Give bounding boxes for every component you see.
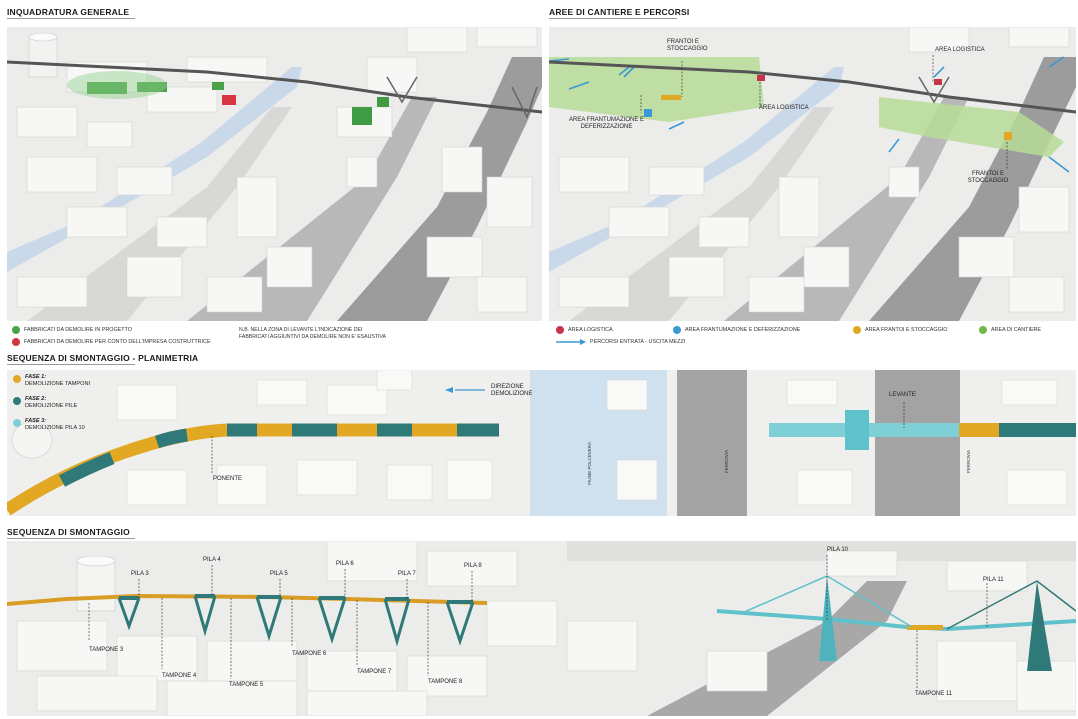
tampone-8-label: TAMPONE 8 xyxy=(428,679,463,685)
levante-label: LEVANTE xyxy=(889,392,916,398)
tampone-4-label: TAMPONE 4 xyxy=(162,673,197,679)
direction-line-2: DEMOLIZIONE xyxy=(491,391,533,397)
pila-5-label: PILA 5 xyxy=(270,571,288,577)
arrow-right-icon xyxy=(556,339,586,345)
tampone-11-label: TAMPONE 11 xyxy=(915,691,953,697)
phase-2-title: FASE 2: xyxy=(25,396,47,402)
plan-panel: FASE 1: DEMOLIZIONE TAMPONI FASE 2: DEMOLI… xyxy=(7,370,1076,516)
light-blue-dot-icon xyxy=(13,419,21,427)
ponente-label: PONENTE xyxy=(213,476,243,482)
phase-1-title: FASE 1: xyxy=(25,374,47,380)
areas-map-panel: FRANTOI E STOCCAGGIO AREA LOGISTICA AREA… xyxy=(549,27,1076,321)
legend-project-buildings: FABBRICATI DA DEMOLIRE IN PROGETTO xyxy=(12,326,132,334)
legend-percorsi-label: PERCORSI ENTRATA - USCITA MEZZI xyxy=(590,339,686,345)
phase-2-legend: FASE 2: DEMOLIZIONE PILE xyxy=(13,396,77,410)
section-title-general: INQUADRATURA GENERALE xyxy=(7,7,136,19)
blue-dot-icon xyxy=(673,326,681,334)
legend-frantumazione: AREA FRANTUMAZIONE E DEFERIZZAZIONE xyxy=(673,326,800,334)
pila-10-label: PILA 10 xyxy=(827,547,849,553)
pila-7-label: PILA 7 xyxy=(398,571,416,577)
legend-contractor-label: FABBRICATI DA DEMOLIRE PER CONTO DELL'IM… xyxy=(24,339,211,345)
legend-cantiere: AREA DI CANTIERE xyxy=(979,326,1041,334)
yellow-dot-icon xyxy=(13,375,21,383)
direction-line-1: DIREZIONE xyxy=(491,384,524,390)
tampone-7-label: TAMPONE 7 xyxy=(357,669,392,675)
yellow-dot-icon xyxy=(853,326,861,334)
section-title-plan: SEQUENZA DI SMONTAGGIO - PLANIMETRIA xyxy=(7,353,199,365)
teal-dot-icon xyxy=(13,397,21,405)
legend-cantiere-label: AREA DI CANTIERE xyxy=(991,327,1042,333)
label-frantoi-2: FRANTOI E STOCCAGGIO xyxy=(967,171,1009,184)
label-frantoi-1: FRANTOI E STOCCAGGIO xyxy=(667,39,708,52)
legend-frantoi: AREA FRANTOI E STOCCAGGIO xyxy=(853,326,947,334)
sequence-panel: PILA 3 PILA 4 PILA 5 PILA 6 PILA 7 PILA … xyxy=(7,541,1076,716)
legend-project-label: FABBRICATI DA DEMOLIRE IN PROGETTO xyxy=(24,327,132,333)
phase-3-title: FASE 3: xyxy=(25,418,47,424)
legend-frantoi-label: AREA FRANTOI E STOCCAGGIO xyxy=(865,327,948,333)
pila-6-label: PILA 6 xyxy=(336,561,354,567)
phase-3-legend: FASE 3: DEMOLIZIONE PILA 10 xyxy=(13,418,85,432)
note-line-2: FABBRICATI AGGIUNTIVI DA DEMOLIRE NON E'… xyxy=(239,334,386,340)
pila-4-label: PILA 4 xyxy=(203,557,221,563)
phase-2-desc: DEMOLIZIONE PILE xyxy=(25,403,78,409)
legend-logistica: AREA LOGISTICA xyxy=(556,326,613,334)
general-map-panel xyxy=(7,27,542,321)
pila-8-label: PILA 8 xyxy=(464,563,482,569)
section-title-areas: AREE DI CANTIERE E PERCORSI xyxy=(549,7,690,19)
red-dot-icon xyxy=(12,338,20,346)
pila-11-label: PILA 11 xyxy=(983,577,1004,583)
tampone-6-label: TAMPONE 6 xyxy=(292,651,327,657)
tampone-3-label: TAMPONE 3 xyxy=(89,647,124,653)
legend-logistica-label: AREA LOGISTICA xyxy=(568,327,613,333)
general-note: N.B. NELLA ZONA DI LEVANTE L'INDICAZIONE… xyxy=(239,327,439,341)
ferrovia-label-1: FERROVIA xyxy=(724,450,729,474)
legend-percorsi: PERCORSI ENTRATA - USCITA MEZZI xyxy=(556,339,685,345)
label-logistica-1: AREA LOGISTICA xyxy=(759,105,809,111)
legend-frantumazione-label: AREA FRANTUMAZIONE E DEFERIZZAZIONE xyxy=(685,327,801,333)
red-dot-icon xyxy=(556,326,564,334)
green-dot-icon xyxy=(12,326,20,334)
green-dot-icon xyxy=(979,326,987,334)
general-map-render xyxy=(7,27,542,321)
phase-1-desc: DEMOLIZIONE TAMPONI xyxy=(25,381,91,387)
phase-3-desc: DEMOLIZIONE PILA 10 xyxy=(25,425,85,431)
pila-3-label: PILA 3 xyxy=(131,571,149,577)
section-title-sequence: SEQUENZA DI SMONTAGGIO xyxy=(7,527,135,539)
note-line-1: N.B. NELLA ZONA DI LEVANTE L'INDICAZIONE… xyxy=(239,327,363,333)
legend-contractor-buildings: FABBRICATI DA DEMOLIRE PER CONTO DELL'IM… xyxy=(12,338,211,346)
label-frantumazione: AREA FRANTUMAZIONE E DEFERIZZAZIONE xyxy=(569,117,645,130)
fiume-label: FIUME POLCEVERA xyxy=(587,442,592,485)
label-logistica-2: AREA LOGISTICA xyxy=(935,47,985,53)
sequence-render xyxy=(7,541,1076,716)
direction-label: DIREZIONE DEMOLIZIONE xyxy=(491,384,532,398)
phase-1-legend: FASE 1: DEMOLIZIONE TAMPONI xyxy=(13,374,90,388)
ferrovia-label-2: FERROVIA xyxy=(966,450,971,474)
tampone-5-label: TAMPONE 5 xyxy=(229,682,264,688)
